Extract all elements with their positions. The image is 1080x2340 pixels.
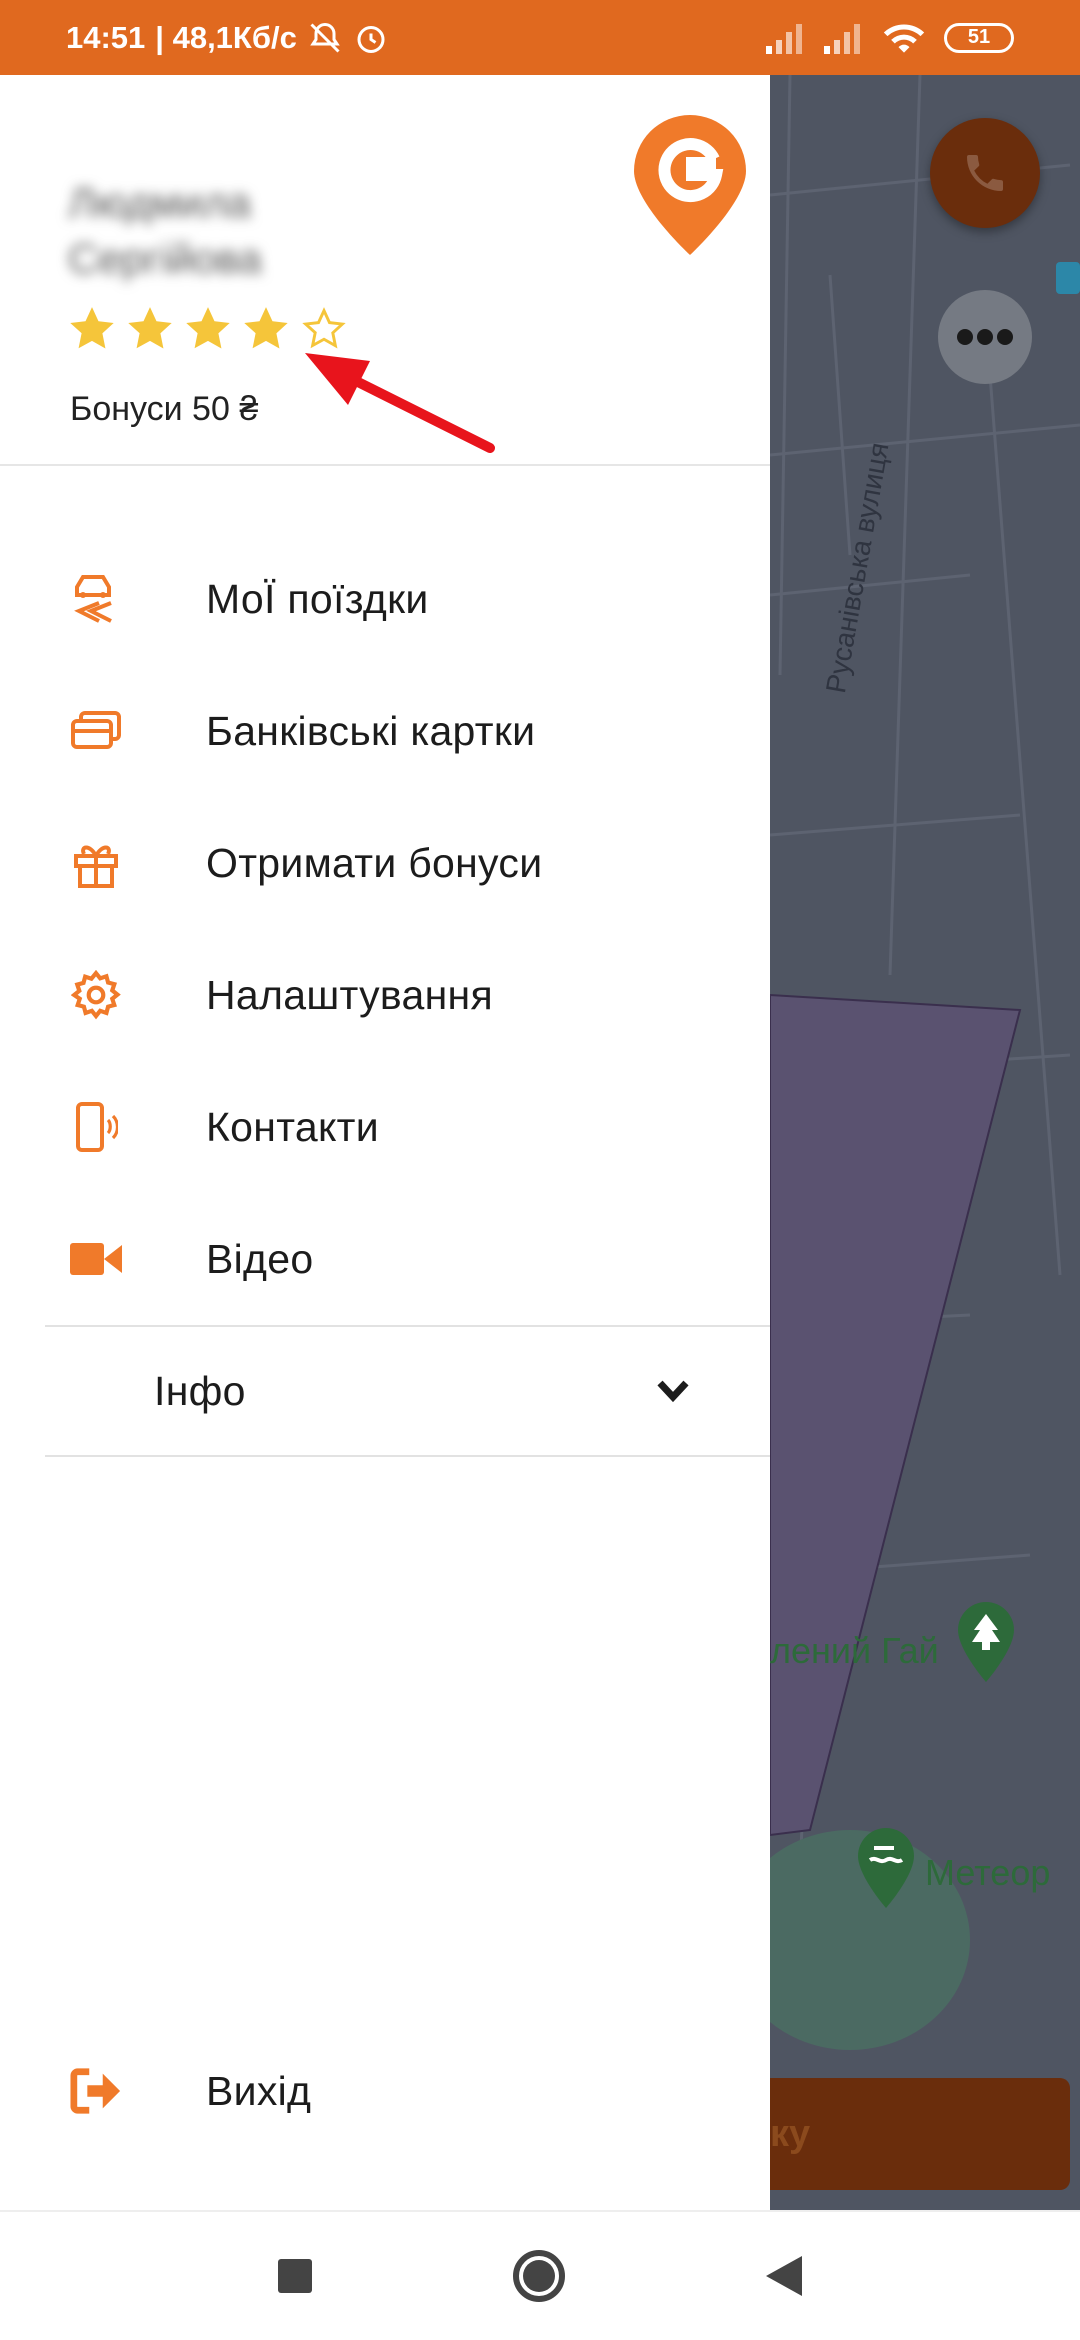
alarm-icon [357, 25, 385, 53]
menu-item-settings[interactable]: Налаштування [0, 929, 770, 1061]
menu-item-video[interactable]: Відео [0, 1193, 770, 1325]
map-place-label-2: Метеор [925, 1852, 1051, 1893]
rating-stars [70, 307, 346, 351]
status-time: 14:51 [66, 19, 146, 55]
drawer-header: Людмила Сергійова Бонуси 50 ₴ [0, 75, 770, 466]
map-order-button[interactable]: ку [770, 2078, 1070, 2190]
map-place-label: лений Гай [770, 1630, 939, 1671]
system-nav-bar [0, 2210, 1080, 2340]
menu-item-info[interactable]: Інфо [0, 1327, 770, 1455]
drawer-menu: МоЇ поїздки Банківські картки Отримати б… [0, 533, 770, 1457]
gift-icon [70, 837, 122, 889]
map-bus-icon [1056, 262, 1080, 294]
call-button[interactable] [930, 118, 1040, 228]
star-filled-icon [70, 307, 114, 349]
more-dots-icon [957, 329, 1013, 345]
more-button[interactable] [938, 290, 1032, 384]
trips-icon [70, 573, 122, 625]
back-icon[interactable] [766, 2256, 802, 2296]
recents-icon[interactable] [278, 2259, 312, 2293]
menu-item-get-bonuses[interactable]: Отримати бонуси [0, 797, 770, 929]
phone-contact-icon [70, 1101, 122, 1153]
signal-icon-2 [824, 23, 860, 54]
app-logo [634, 115, 746, 255]
pool-icon [858, 1828, 914, 1908]
video-icon [70, 1233, 122, 1285]
bonus-balance: Бонуси 50 ₴ [70, 390, 259, 428]
battery-indicator: 51 [944, 22, 1014, 53]
cards-icon [70, 705, 122, 757]
chevron-down-icon [657, 1380, 689, 1403]
star-filled-icon [186, 307, 230, 349]
user-name: Людмила Сергійова [68, 179, 262, 282]
menu-item-trips[interactable]: МоЇ поїздки [0, 533, 770, 665]
gear-icon [70, 969, 122, 1021]
signal-icon [766, 23, 802, 54]
home-icon[interactable] [512, 2249, 566, 2303]
annotation-arrow [305, 353, 495, 453]
star-filled-icon [244, 307, 288, 349]
wifi-icon [883, 23, 925, 53]
menu-item-bank-cards[interactable]: Банківські картки [0, 665, 770, 797]
navigation-drawer: Людмила Сергійова Бонуси 50 ₴ МоЇ поїздк… [0, 75, 770, 2210]
menu-divider-2 [45, 1455, 770, 1457]
status-bar: 14:51 | 48,1Кб/с 51 [0, 0, 1080, 75]
star-empty-icon [302, 307, 346, 349]
mute-notification-icon [310, 22, 340, 53]
status-speed: | 48,1Кб/с [155, 19, 297, 55]
logout-button[interactable]: Вихід [0, 2025, 770, 2157]
menu-item-contacts[interactable]: Контакти [0, 1061, 770, 1193]
phone-icon [967, 155, 1003, 191]
star-filled-icon [128, 307, 172, 349]
logout-icon [70, 2065, 122, 2117]
park-icon [958, 1602, 1014, 1682]
